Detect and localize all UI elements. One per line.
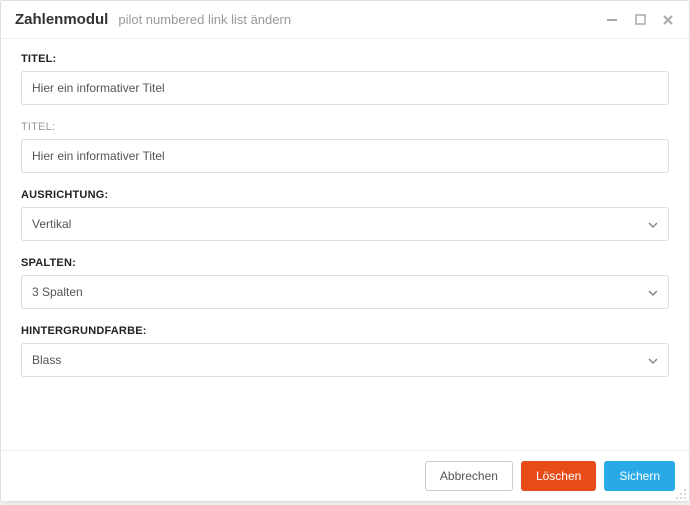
background-select[interactable]: Blass xyxy=(21,343,669,377)
field-columns: SPALTEN: 3 Spalten xyxy=(21,257,669,309)
modal-title: Zahlenmodul xyxy=(15,11,108,28)
maximize-icon xyxy=(635,14,646,25)
columns-select[interactable]: 3 Spalten xyxy=(21,275,669,309)
delete-button[interactable]: Löschen xyxy=(521,461,596,491)
close-button[interactable] xyxy=(661,13,675,27)
minimize-button[interactable] xyxy=(605,13,619,27)
window-controls xyxy=(605,13,675,27)
title-input-1[interactable] xyxy=(21,71,669,105)
select-value: 3 Spalten xyxy=(32,285,83,299)
resize-handle[interactable] xyxy=(675,487,687,499)
caret-down-icon xyxy=(648,353,658,367)
field-label: SPALTEN: xyxy=(21,257,669,269)
caret-down-icon xyxy=(648,285,658,299)
orientation-select[interactable]: Vertikal xyxy=(21,207,669,241)
modal-body: TITEL: TITEL: AUSRICHTUNG: Vertikal SPAL… xyxy=(1,39,689,450)
select-value: Vertikal xyxy=(32,217,71,231)
minimize-icon xyxy=(606,14,618,26)
resize-icon xyxy=(675,488,687,500)
field-label: TITEL: xyxy=(21,53,669,65)
maximize-button[interactable] xyxy=(633,13,647,27)
field-label: AUSRICHTUNG: xyxy=(21,189,669,201)
modal-dialog: Zahlenmodul pilot numbered link list änd… xyxy=(0,0,690,502)
field-title-2: TITEL: xyxy=(21,121,669,173)
field-label: HINTERGRUNDFARBE: xyxy=(21,325,669,337)
save-button[interactable]: Sichern xyxy=(604,461,675,491)
field-background: HINTERGRUNDFARBE: Blass xyxy=(21,325,669,377)
modal-footer: Abbrechen Löschen Sichern xyxy=(1,450,689,501)
select-value: Blass xyxy=(32,353,61,367)
field-orientation: AUSRICHTUNG: Vertikal xyxy=(21,189,669,241)
title-input-2[interactable] xyxy=(21,139,669,173)
field-label-secondary: TITEL: xyxy=(21,121,669,133)
cancel-button[interactable]: Abbrechen xyxy=(425,461,513,491)
caret-down-icon xyxy=(648,217,658,231)
modal-header: Zahlenmodul pilot numbered link list änd… xyxy=(1,1,689,39)
close-icon xyxy=(662,14,674,26)
modal-subtitle: pilot numbered link list ändern xyxy=(118,12,291,27)
field-title-1: TITEL: xyxy=(21,53,669,105)
